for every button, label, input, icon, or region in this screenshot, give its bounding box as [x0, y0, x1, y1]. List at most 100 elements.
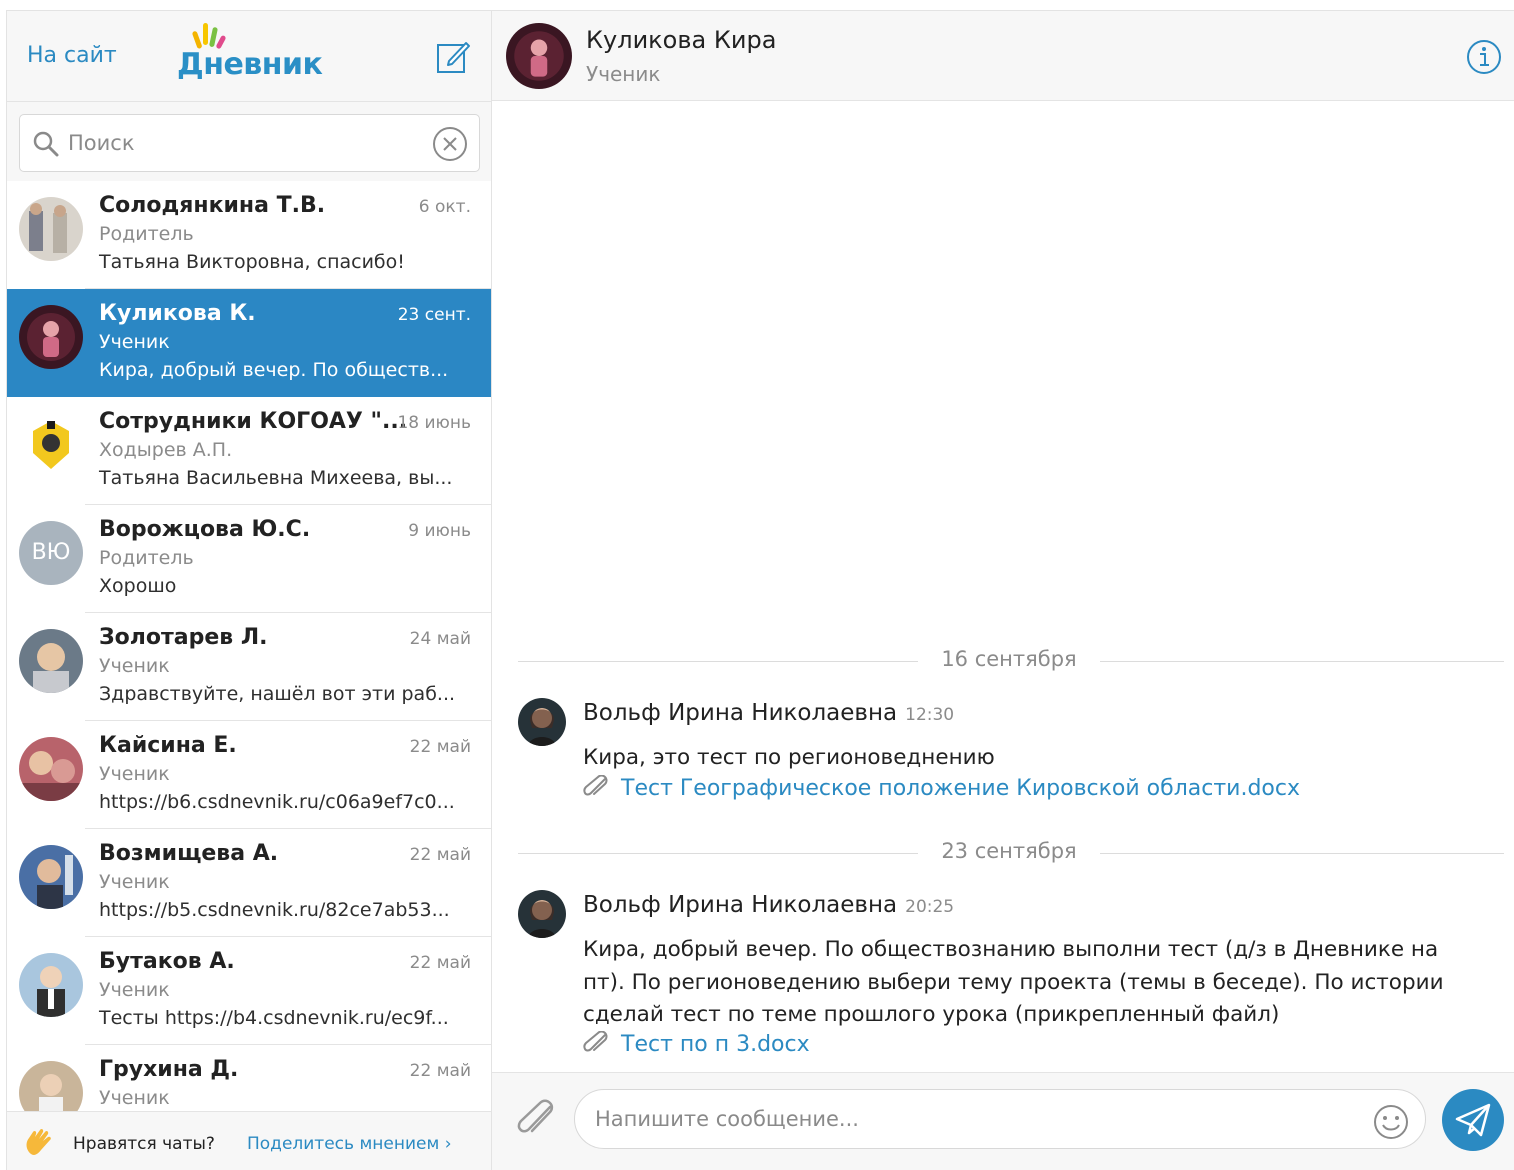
search-icon	[33, 131, 59, 157]
avatar	[19, 1061, 83, 1111]
chat-name: Бутаков А.	[99, 949, 235, 974]
info-icon[interactable]	[1466, 39, 1502, 75]
chat-preview: Кира, добрый вечер. По обществ...	[99, 359, 449, 381]
chat-role: Ученик	[99, 1087, 170, 1109]
to-site-link[interactable]: На сайт	[27, 43, 117, 68]
chat-item-active[interactable]: Куликова К. 23 сент. Ученик Кира, добрый…	[7, 289, 491, 397]
message-time: 12:30	[905, 705, 955, 725]
chat-item[interactable]: Солодянкина Т.В. 6 окт. Родитель Татьяна…	[7, 181, 491, 289]
attachment-link[interactable]: Тест по п 3.docx	[583, 1031, 810, 1057]
contact-avatar[interactable]	[506, 23, 572, 89]
feedback-question: Нравятся чаты?	[73, 1134, 215, 1154]
avatar	[19, 197, 83, 261]
dnevnik-logo[interactable]: Дневник	[169, 21, 334, 91]
chat-date: 22 май	[409, 1061, 471, 1081]
sidebar-header: На сайт Дневник	[7, 11, 491, 102]
chat-item[interactable]: Кайсина Е. 22 май Ученик https://b6.csdn…	[7, 721, 491, 829]
chat-preview: https://b5.csdnevnik.ru/82ce7ab53...	[99, 899, 450, 921]
contact-name: Куликова Кира	[586, 26, 777, 54]
chat-name: Кайсина Е.	[99, 733, 237, 758]
message-author: Вольф Ирина Николаевна	[583, 892, 898, 918]
chat-role: Ходырев А.П.	[99, 439, 233, 461]
chat-role: Ученик	[99, 655, 170, 677]
chat-preview: Хорошо	[99, 575, 177, 597]
chat-item[interactable]: Возмищева А. 22 май Ученик https://b5.cs…	[7, 829, 491, 937]
search-area	[7, 102, 491, 181]
attachment-name: Тест по п 3.docx	[621, 1032, 810, 1057]
chat-item[interactable]: Золотарев Л. 24 май Ученик Здравствуйте,…	[7, 613, 491, 721]
feedback-link[interactable]: Поделитесь мнением ›	[247, 1134, 452, 1154]
chat-item[interactable]: Сотрудники КОГОАУ "... 18 июнь Ходырев А…	[7, 397, 491, 505]
date-separator: 16 сентября	[518, 647, 1504, 677]
date-label: 23 сентября	[941, 839, 1077, 863]
message-text: Кира, добрый вечер. По обществознанию вы…	[583, 937, 1444, 1027]
chat-date: 22 май	[409, 737, 471, 757]
chat-name: Золотарев Л.	[99, 625, 268, 650]
chat-preview: Татьяна Викторовна, спасибо!	[99, 251, 405, 273]
search-input[interactable]	[68, 125, 418, 161]
chat-date: 24 май	[409, 629, 471, 649]
chat-role: Ученик	[99, 871, 170, 893]
message-time: 20:25	[905, 897, 955, 917]
chat-preview: https://b6.csdnevnik.ru/c06a9ef7c0...	[99, 791, 455, 813]
chat-date: 6 окт.	[418, 197, 471, 217]
paper-plane-icon	[1455, 1103, 1491, 1137]
search-box	[19, 114, 480, 172]
chat-list: Солодянкина Т.В. 6 окт. Родитель Татьяна…	[7, 181, 491, 1111]
logo-text: Дневник	[177, 47, 323, 82]
chat-date: 22 май	[409, 953, 471, 973]
chat-sidebar: На сайт Дневник Поиск Солодянкина Т.В. 6…	[6, 10, 492, 1170]
chat-role: Ученик	[99, 331, 170, 353]
paperclip-icon[interactable]	[516, 1099, 560, 1143]
message-input[interactable]	[574, 1089, 1426, 1149]
message-author: Вольф Ирина Николаевна	[583, 700, 898, 726]
chat-name: Солодянкина Т.В.	[99, 193, 326, 218]
chat-preview: Тесты https://b4.csdnevnik.ru/ec9f...	[99, 1007, 449, 1029]
message-area: 16 сентября Вольф Ирина Николаевна 12:30 …	[492, 102, 1514, 1072]
emblem-avatar	[19, 413, 83, 477]
author-avatar	[518, 698, 566, 746]
chat-name: Ворожцова Ю.С.	[99, 517, 311, 542]
chat-item[interactable]: Бутаков А. 22 май Ученик Тесты https://b…	[7, 937, 491, 1045]
message-text: Кира, это тест по регионоведнению	[583, 745, 995, 770]
chat-date: 23 сент.	[397, 305, 471, 325]
contact-role: Ученик	[586, 62, 661, 86]
chat-item[interactable]: ВЮ Ворожцова Ю.С. 9 июнь Родитель Хорошо	[7, 505, 491, 613]
avatar	[19, 845, 83, 909]
conversation-panel: Куликова Кира Ученик 16 сентября Вольф И…	[492, 10, 1514, 1170]
message-composer	[492, 1072, 1514, 1170]
message-author-line: Вольф Ирина Николаевна 20:25	[583, 892, 954, 918]
avatar	[19, 737, 83, 801]
conversation-header: Куликова Кира Ученик	[492, 10, 1514, 101]
smiley-icon[interactable]	[1372, 1103, 1410, 1141]
chat-preview: Татьяна Васильевна Михеева, вы...	[99, 467, 453, 489]
chat-name: Возмищева А.	[99, 841, 279, 866]
divider	[1100, 853, 1504, 854]
waving-hand-icon	[26, 1128, 51, 1155]
chat-item[interactable]: Грухина Д. 22 май Ученик	[7, 1045, 491, 1111]
chat-preview: Здравствуйте, нашёл вот эти раб...	[99, 683, 456, 705]
initials-avatar: ВЮ	[19, 521, 83, 585]
avatar	[19, 629, 83, 693]
author-avatar	[518, 890, 566, 938]
divider	[518, 661, 918, 662]
paperclip-icon	[583, 1031, 608, 1052]
avatar	[19, 953, 83, 1017]
attachment-name: Тест Географическое положение Кировской …	[621, 776, 1300, 801]
chat-name: Грухина Д.	[99, 1057, 239, 1082]
chat-date: 18 июнь	[397, 413, 471, 433]
chat-name: Сотрудники КОГОАУ "...	[99, 409, 408, 434]
feedback-bar: Нравятся чаты? Поделитесь мнением ›	[7, 1111, 491, 1170]
send-button[interactable]	[1442, 1089, 1504, 1151]
chat-role: Родитель	[99, 547, 194, 569]
message: Вольф Ирина Николаевна 12:30 Кира, это те…	[518, 698, 1478, 808]
chat-role: Ученик	[99, 763, 170, 785]
date-label: 16 сентября	[941, 647, 1077, 671]
clear-icon[interactable]	[431, 125, 469, 163]
chat-name: Куликова К.	[99, 301, 256, 326]
attachment-link[interactable]: Тест Географическое положение Кировской …	[583, 775, 1300, 801]
chat-date: 22 май	[409, 845, 471, 865]
compose-icon[interactable]	[435, 39, 471, 75]
divider	[518, 853, 918, 854]
divider	[1100, 661, 1504, 662]
